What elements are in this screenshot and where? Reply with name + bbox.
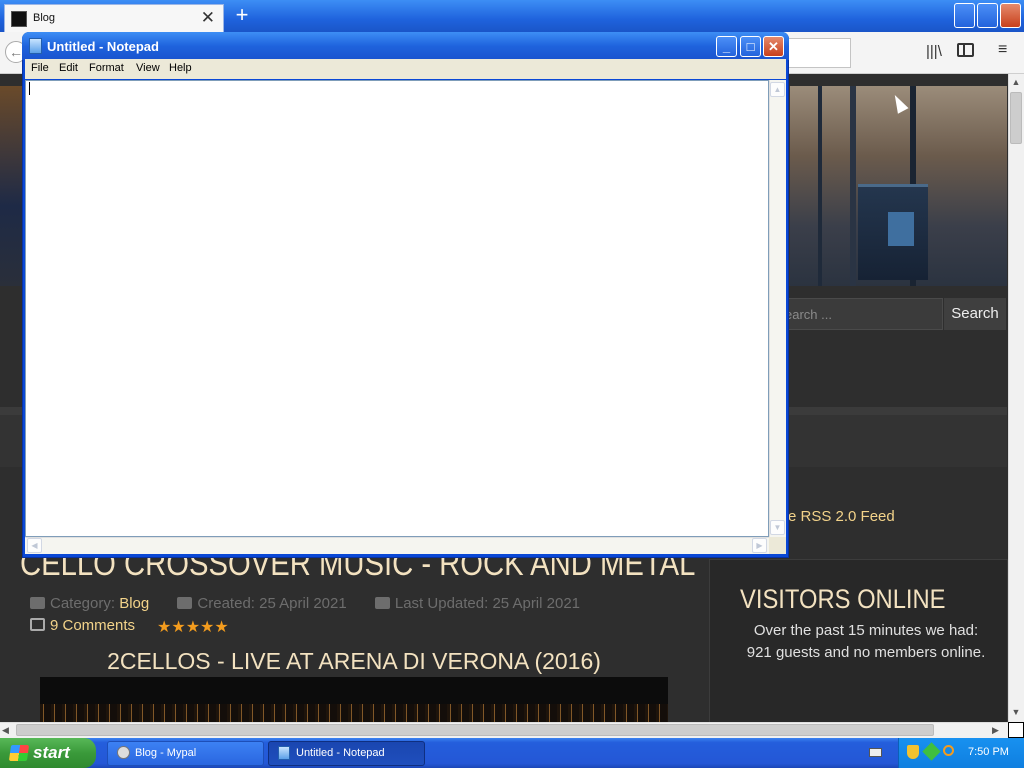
rss-feed-link[interactable]: e RSS 2.0 Feed (788, 508, 895, 525)
library-icon[interactable]: |||\ (926, 43, 942, 60)
menu-view[interactable]: View (136, 62, 160, 74)
scroll-down-arrow-icon[interactable]: ▼ (1008, 704, 1024, 720)
sidebar-toggle-icon[interactable] (957, 43, 974, 57)
notepad-title: Untitled - Notepad (47, 39, 159, 54)
windows-logo-icon (8, 745, 30, 761)
start-label: start (33, 743, 70, 762)
category-link[interactable]: Blog (119, 595, 149, 612)
tab-close-icon[interactable]: ✕ (201, 8, 215, 28)
notepad-close-button[interactable]: ✕ (763, 36, 784, 57)
notepad-icon[interactable] (29, 38, 42, 54)
menu-help[interactable]: Help (169, 62, 192, 74)
scroll-left-arrow-icon[interactable]: ◀ (2, 722, 16, 738)
comment-icon (30, 618, 45, 631)
notepad-maximize-button[interactable]: □ (740, 36, 761, 57)
taskbar-item-label: Untitled - Notepad (296, 747, 385, 759)
favicon-icon (11, 11, 27, 27)
browser-minimize-button[interactable] (954, 3, 975, 28)
hero-image-left (0, 86, 22, 286)
security-shield-icon[interactable] (907, 745, 919, 759)
notepad-vertical-scrollbar[interactable] (769, 80, 786, 537)
notepad-icon (278, 746, 290, 760)
browser-restore-button[interactable] (977, 3, 998, 28)
calendar-icon (374, 597, 390, 609)
resize-grip[interactable] (769, 537, 786, 554)
search-icon[interactable] (943, 745, 954, 756)
notepad-scroll-down-arrow-icon[interactable]: ▼ (770, 520, 785, 535)
video-thumbnail (40, 704, 668, 722)
menu-edit[interactable]: Edit (59, 62, 78, 74)
taskbar-item-label: Blog - Mypal (135, 747, 197, 759)
visitors-title: VISITORS ONLINE (740, 584, 946, 614)
notepad-scroll-right-arrow-icon[interactable]: ▶ (752, 538, 767, 553)
menu-format[interactable]: Format (89, 62, 124, 74)
comments-link[interactable]: 9 Comments (50, 617, 135, 634)
scroll-up-arrow-icon[interactable]: ▲ (1008, 74, 1024, 90)
folder-icon (30, 597, 45, 609)
search-placeholder: earch ... (785, 307, 832, 322)
browser-icon (117, 746, 130, 759)
scroll-corner (1008, 722, 1024, 738)
rating-stars[interactable]: ★★★★★ (157, 617, 229, 637)
hero-tower-screen (888, 212, 914, 246)
scroll-right-arrow-icon[interactable]: ▶ (992, 722, 1006, 738)
notepad-scroll-left-arrow-icon[interactable]: ◀ (27, 538, 42, 553)
comments-row: 9 Comments (30, 617, 135, 634)
updated-date: Last Updated: 25 April 2021 (394, 595, 581, 612)
menu-file[interactable]: File (31, 62, 49, 74)
notepad-horizontal-scrollbar[interactable] (25, 537, 769, 554)
new-tab-button[interactable]: + (230, 2, 254, 28)
hamburger-menu-icon[interactable]: ≡ (998, 41, 1007, 59)
browser-tab-blog[interactable]: Blog ✕ (4, 4, 224, 32)
keyboard-icon[interactable] (869, 748, 882, 757)
notepad-text-area[interactable] (25, 80, 769, 537)
calendar-icon (177, 597, 193, 609)
vertical-scroll-thumb[interactable] (1010, 92, 1022, 144)
text-caret (29, 82, 30, 95)
visitors-text: Over the past 15 minutes we had: 921 gue… (746, 622, 986, 661)
site-search-button[interactable]: Search (944, 298, 1006, 330)
article-meta: Category: Blog Created: 25 April 2021 La… (30, 595, 580, 612)
tab-title: Blog (33, 12, 56, 24)
notepad-minimize-button[interactable]: _ (716, 36, 737, 57)
horizontal-scroll-thumb[interactable] (16, 724, 934, 736)
url-bar[interactable] (780, 38, 851, 68)
created-date: Created: 25 April 2021 (197, 595, 347, 612)
notepad-scroll-up-arrow-icon[interactable]: ▲ (770, 82, 785, 97)
clock[interactable]: 7:50 PM (968, 746, 1009, 758)
category-label: Category: (50, 595, 116, 612)
browser-close-button[interactable] (1000, 3, 1021, 28)
page-vertical-scrollbar[interactable] (1008, 74, 1024, 722)
video-title: 2CELLOS - LIVE AT ARENA DI VERONA (2016) (107, 648, 601, 674)
